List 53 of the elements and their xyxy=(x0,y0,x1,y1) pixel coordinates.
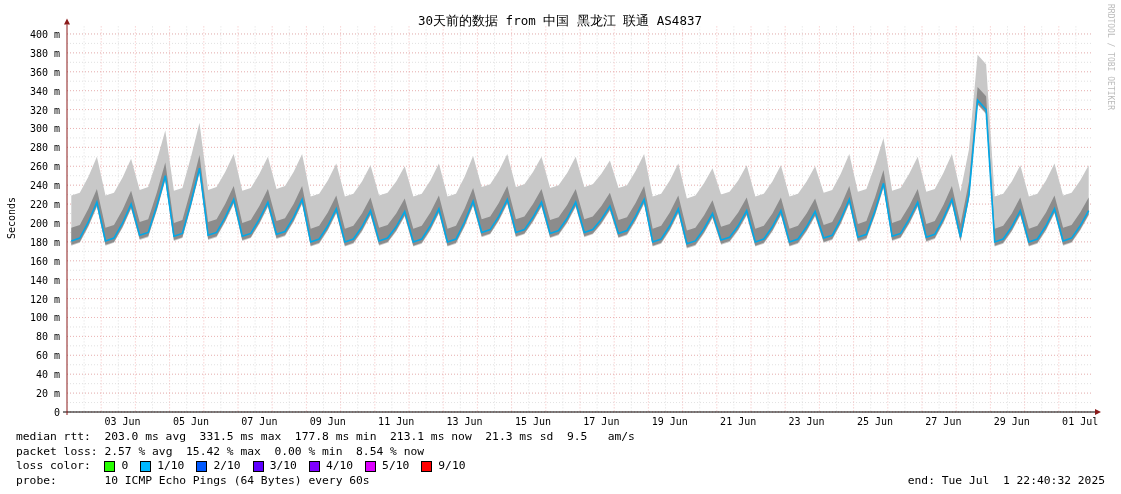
x-tick-label: 11 Jun xyxy=(378,416,415,427)
x-tick-label: 05 Jun xyxy=(172,416,210,427)
y-tick-label: 120 m xyxy=(29,293,60,305)
stats-text: packet loss: 2.57 % avg 15.42 % max 0.00 % min 8.54 % now xyxy=(16,444,425,459)
credit-text: RRDTOOL / TOBI OETIKER xyxy=(1106,4,1115,110)
y-tick-label: 140 m xyxy=(29,274,60,286)
y-tick-label: 240 m xyxy=(29,180,60,192)
legend-item-label: 9/10 xyxy=(438,459,466,474)
legend-item-label: 3/10 xyxy=(269,459,297,474)
y-tick-label: 0 xyxy=(53,407,60,418)
x-tick-label: 15 Jun xyxy=(514,416,552,427)
chart-title: 30天前的数据 from 中国 黑龙江 联通 AS4837 xyxy=(418,13,702,28)
y-tick-label: 320 m xyxy=(29,104,60,116)
y-tick-label: 260 m xyxy=(29,161,60,173)
y-tick-label: 180 m xyxy=(29,236,60,248)
x-tick-label: 29 Jun xyxy=(993,416,1030,427)
y-tick-label: 380 m xyxy=(29,47,60,59)
legend-item-label: 2/10 xyxy=(213,459,241,474)
legend-item-label: 0 xyxy=(121,459,129,474)
legend-item-label: 5/10 xyxy=(382,459,410,474)
y-tick-label: 220 m xyxy=(29,199,60,211)
y-tick-label: 100 m xyxy=(29,312,60,324)
x-tick-label: 03 Jun xyxy=(104,416,141,427)
x-tick-label: 13 Jun xyxy=(446,416,483,427)
x-tick-label: 23 Jun xyxy=(788,416,825,427)
x-tick-label: 07 Jun xyxy=(241,416,278,427)
probe-value: 10 ICMP Echo Pings (64 Bytes) every 60s xyxy=(104,473,370,488)
x-tick-label: 17 Jun xyxy=(583,416,620,427)
legend-label: loss color: xyxy=(16,459,92,474)
y-tick-label: 60 m xyxy=(35,350,60,362)
y-tick-label: 200 m xyxy=(29,218,60,229)
x-tick-label: 27 Jun xyxy=(925,416,962,427)
end-time: end: Tue Jul 1 22:40:32 2025 xyxy=(907,473,1105,488)
x-tick-label: 01 Jul xyxy=(1062,416,1099,427)
x-tick-label: 25 Jun xyxy=(856,416,894,427)
x-tick-label: 19 Jun xyxy=(651,416,688,427)
stats-text: 203.0 ms avg 331.5 ms max 177.8 ms min 213.1 ms now 21.3 ms sd 9.5 am/s xyxy=(104,430,635,445)
legend-item-label: 4/10 xyxy=(325,459,354,474)
y-tick-label: 280 m xyxy=(29,142,60,154)
y-tick-label: 80 m xyxy=(35,331,60,343)
y-tick-label: 20 m xyxy=(35,388,60,400)
y-tick-label: 340 m xyxy=(29,85,60,97)
x-tick-label: 21 Jun xyxy=(720,416,757,427)
y-tick-label: 300 m xyxy=(29,123,60,135)
series-label: median rtt: xyxy=(16,430,92,445)
probe-label: probe: xyxy=(16,473,58,488)
y-tick-label: 40 m xyxy=(35,369,60,381)
x-tick-label: 09 Jun xyxy=(309,416,346,427)
y-tick-label: 160 m xyxy=(29,255,60,267)
y-axis-label: Seconds xyxy=(6,196,17,240)
y-tick-label: 360 m xyxy=(29,66,60,78)
legend-item-label: 1/10 xyxy=(157,459,185,474)
y-tick-label: 400 m xyxy=(29,28,60,40)
